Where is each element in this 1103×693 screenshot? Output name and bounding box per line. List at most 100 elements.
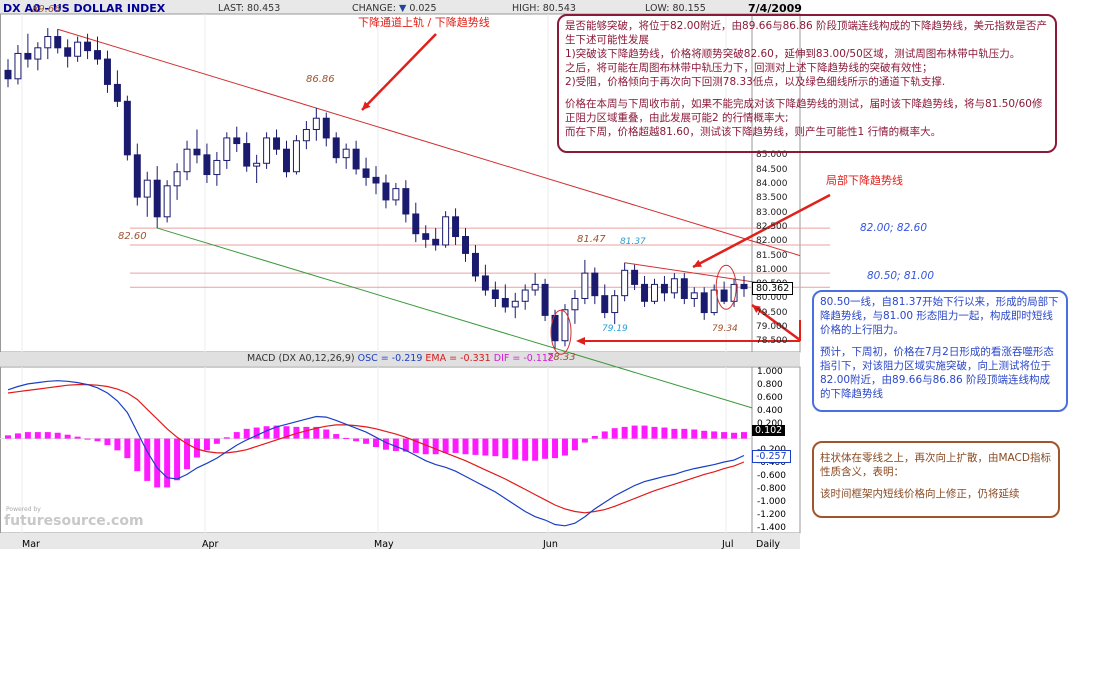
price-tick: 83.000 — [756, 208, 788, 218]
level-label-2: 80.50; 81.00 — [867, 270, 934, 282]
macd-histogram-bar — [363, 438, 370, 444]
last-label: LAST: — [218, 3, 244, 14]
macd-histogram-bar — [472, 438, 479, 455]
macd-histogram-bar — [104, 438, 111, 446]
candle-down — [203, 154, 211, 176]
peak-label-2: 86.86 — [306, 74, 335, 85]
candle-up — [531, 283, 539, 291]
note-line: 该时间框架内短线价格向上修正，仍将延续 — [820, 488, 1020, 500]
note-line: 80.50一线，自81.37开始下行以来，形成的局部下降趋势线，与81.00 形… — [820, 296, 1059, 336]
price-tick: 79.500 — [756, 308, 788, 318]
change-number: 0.025 — [409, 3, 437, 14]
price-tick: 78.500 — [756, 336, 788, 346]
candle-down — [64, 47, 72, 57]
macd-histogram-bar — [631, 425, 638, 439]
candle-down — [591, 272, 599, 297]
macd-tick: -0.600 — [757, 471, 787, 481]
macd-dif: DIF = -0.112 — [493, 353, 554, 364]
macd-histogram-bar — [452, 438, 459, 453]
candle-down — [641, 283, 649, 302]
high-number: 80.543 — [542, 3, 576, 14]
candle-down — [84, 41, 92, 52]
macd-histogram-bar — [691, 429, 698, 439]
macd-histogram-bar — [203, 438, 210, 451]
candle-up — [263, 137, 271, 164]
candle-up — [34, 47, 42, 60]
candle-down — [24, 52, 32, 60]
candle-down — [541, 283, 549, 316]
high-label: HIGH: — [512, 3, 540, 14]
macd-histogram-bar — [542, 438, 549, 459]
candle-down — [94, 50, 101, 60]
macd-histogram-bar — [233, 432, 240, 439]
price-tick: 81.000 — [756, 265, 788, 275]
price-tag: 80.362 — [752, 282, 794, 295]
month-label: Apr — [202, 539, 219, 550]
macd-histogram-bar — [721, 432, 728, 439]
price-tick: 84.500 — [756, 165, 788, 175]
macd-histogram-bar — [671, 428, 678, 439]
last-number: 80.453 — [247, 3, 281, 14]
candle-up — [442, 216, 450, 246]
candle-up — [651, 283, 658, 302]
candle-up — [571, 297, 579, 311]
macd-histogram-bar — [641, 425, 648, 439]
macd-histogram-bar — [661, 427, 668, 439]
candle-down — [422, 233, 430, 240]
macd-histogram-bar — [5, 435, 11, 439]
candle-up — [392, 188, 400, 201]
candle-up — [342, 148, 350, 159]
note-line: 是否能够突破，将位于82.00附近，由89.66与86.86 阶段顶端连线构成的… — [565, 20, 1048, 46]
macd-histogram-bar — [681, 428, 688, 439]
macd-ema: EMA = -0.331 — [425, 353, 491, 364]
macd-name: MACD (DX A0,12,26,9) — [247, 353, 355, 364]
note-line: 2)受阻，价格倾向于再次向下回测78.33低点，以及绿色细线所示的通道下轨支撑. — [565, 76, 946, 88]
macd-histogram-bar — [144, 438, 151, 481]
candle-up — [511, 300, 519, 308]
macd-histogram-bar — [442, 438, 449, 453]
macd-histogram-bar — [512, 438, 519, 460]
candle-up — [621, 269, 629, 297]
candle-up — [143, 179, 151, 198]
candle-up — [581, 272, 589, 299]
candle-up — [183, 148, 191, 173]
macd-tick: 0.600 — [757, 393, 783, 403]
analysis-note-macd: 柱状体在零线之上，再次向上扩散，由MACD指标性质含义，表明： 该时间框架内短线… — [812, 441, 1060, 518]
macd-tick: -0.800 — [757, 484, 787, 494]
candle-down — [740, 283, 748, 290]
peak-label-1: 89.66 — [32, 4, 61, 15]
macd-histogram-bar — [223, 437, 230, 439]
month-label: Jul — [722, 539, 734, 550]
macd-histogram-bar — [114, 438, 121, 451]
low-label-3: 79.34 — [712, 324, 738, 334]
note-line: 柱状体在零线之上，再次向上扩散，由MACD指标性质含义，表明： — [820, 452, 1051, 478]
candle-down — [113, 83, 121, 102]
macd-histogram-bar — [373, 438, 379, 448]
low-label: LOW: — [645, 3, 670, 14]
last-value: LAST: 80.453 — [218, 3, 280, 14]
note-line: 预计，下周初，价格在7月2日形成的看涨吞噬形态指引下，对该阻力区域实施突破，向上… — [820, 346, 1054, 400]
down-triangle-icon: ▼ — [398, 3, 407, 14]
macd-histogram-bar — [243, 428, 250, 439]
macd-histogram-bar — [731, 432, 738, 439]
candle-down — [382, 182, 390, 201]
candle-down — [352, 148, 360, 170]
candle-down — [680, 278, 688, 299]
candle-down — [193, 148, 201, 156]
candle-down — [720, 289, 728, 302]
candle-up — [611, 295, 619, 314]
macd-histogram-bar — [581, 438, 588, 443]
macd-histogram-bar — [303, 426, 310, 439]
candle-up — [14, 52, 22, 80]
candle-down — [471, 252, 479, 277]
macd-tick: -1.200 — [757, 510, 787, 520]
macd-histogram-bar — [124, 438, 131, 459]
x-axis-bar — [0, 533, 800, 549]
peak-label-4: 81.37 — [620, 237, 646, 247]
candle-down — [660, 283, 668, 294]
candle-down — [54, 36, 62, 49]
macd-histogram-bar — [741, 432, 747, 439]
macd-tick: 0.400 — [757, 406, 783, 416]
low-number: 80.155 — [672, 3, 706, 14]
futuresource-logo: futuresource.com — [4, 513, 144, 529]
